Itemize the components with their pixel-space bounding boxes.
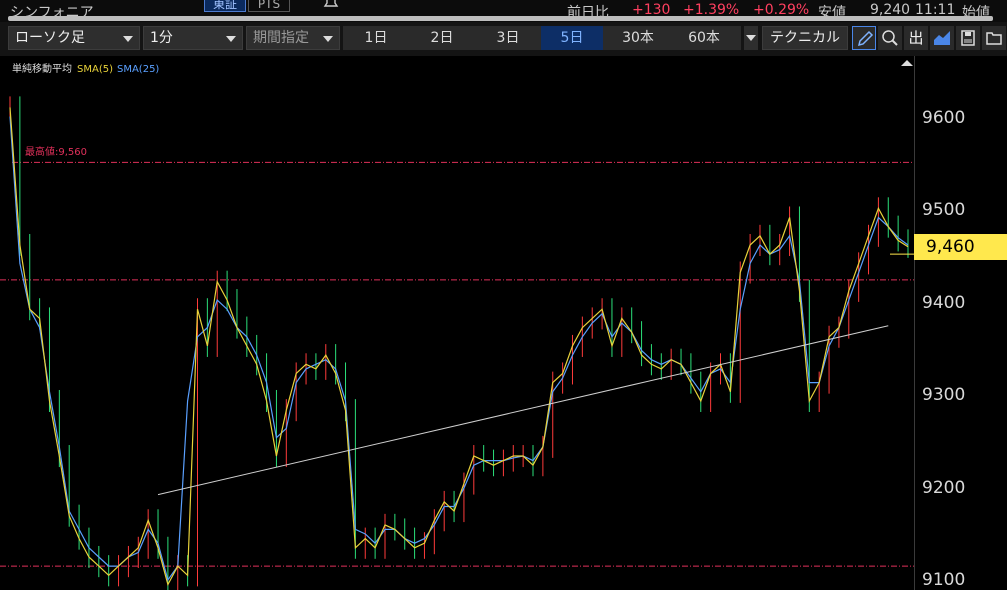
price-axis-divider	[914, 56, 915, 590]
interval-value: 1分	[150, 30, 173, 46]
legend-sma5: SMA(5)	[77, 64, 113, 75]
chevron-down-icon	[123, 36, 133, 42]
sma5-line	[9, 107, 909, 587]
range-tab-30[interactable]: 30本	[605, 26, 671, 50]
range-more-button[interactable]	[744, 26, 758, 50]
chart-type-select[interactable]: ローソク足	[8, 26, 140, 50]
market-tag-tse[interactable]: 東証	[204, 0, 246, 12]
save-button[interactable]	[956, 26, 980, 50]
range-tab-3d[interactable]: 3日	[475, 26, 541, 50]
range-tab-60[interactable]: 60本	[671, 26, 737, 50]
save-icon	[961, 30, 975, 46]
chevron-down-icon	[226, 36, 236, 42]
period-select-label: 期間指定	[253, 30, 309, 46]
range-tabs: 1日 2日 3日 5日 30本 60本	[343, 26, 741, 50]
area-chart-button[interactable]	[930, 26, 954, 50]
legend-title: 単純移動平均	[12, 64, 72, 75]
range-tab-5d[interactable]: 5日	[541, 26, 603, 50]
range-tab-1d[interactable]: 1日	[343, 26, 409, 50]
sma25-line	[9, 116, 909, 582]
chart-legend: 単純移動平均 SMA(5) SMA(25)	[12, 60, 159, 75]
volume-toggle-button[interactable]: 出	[904, 26, 928, 50]
y-tick-label: 9600	[922, 108, 966, 128]
scroll-up-icon[interactable]	[901, 60, 913, 66]
legend-sma25: SMA(25)	[116, 64, 160, 75]
area-chart-icon	[934, 31, 950, 45]
chart-toolbar: ローソク足 1分 期間指定 1日 2日 3日 5日 30本 60本 テクニカル …	[0, 22, 1007, 56]
current-price-box: 9,460	[914, 234, 1007, 260]
trend-line	[157, 325, 889, 496]
draw-line-button[interactable]	[852, 26, 876, 50]
y-tick-label: 9100	[922, 570, 966, 590]
y-tick-label: 9200	[922, 478, 966, 498]
technical-button[interactable]: テクニカル	[762, 26, 848, 50]
bell-icon[interactable]	[322, 0, 340, 8]
horizontal-scrollbar[interactable]	[8, 16, 993, 21]
y-tick-label: 9500	[922, 200, 966, 220]
chevron-down-icon	[746, 35, 756, 41]
price-chart[interactable]	[0, 56, 914, 590]
volume-toggle-label: 出	[908, 29, 924, 47]
y-tick-label: 9400	[922, 293, 966, 313]
magnifier-icon	[882, 30, 898, 46]
folder-icon	[986, 32, 1002, 45]
highest-price-label: 最高値:9,560	[25, 147, 87, 158]
interval-select[interactable]: 1分	[143, 26, 243, 50]
period-select[interactable]: 期間指定	[246, 26, 340, 50]
market-tag-pts[interactable]: PTS	[248, 0, 290, 12]
zoom-button[interactable]	[878, 26, 902, 50]
y-tick-label: 9300	[922, 385, 966, 405]
folder-button[interactable]	[982, 26, 1006, 50]
chevron-down-icon	[323, 36, 333, 42]
range-tab-2d[interactable]: 2日	[409, 26, 475, 50]
chart-type-value: ローソク足	[15, 30, 85, 46]
pencil-icon	[857, 30, 874, 47]
